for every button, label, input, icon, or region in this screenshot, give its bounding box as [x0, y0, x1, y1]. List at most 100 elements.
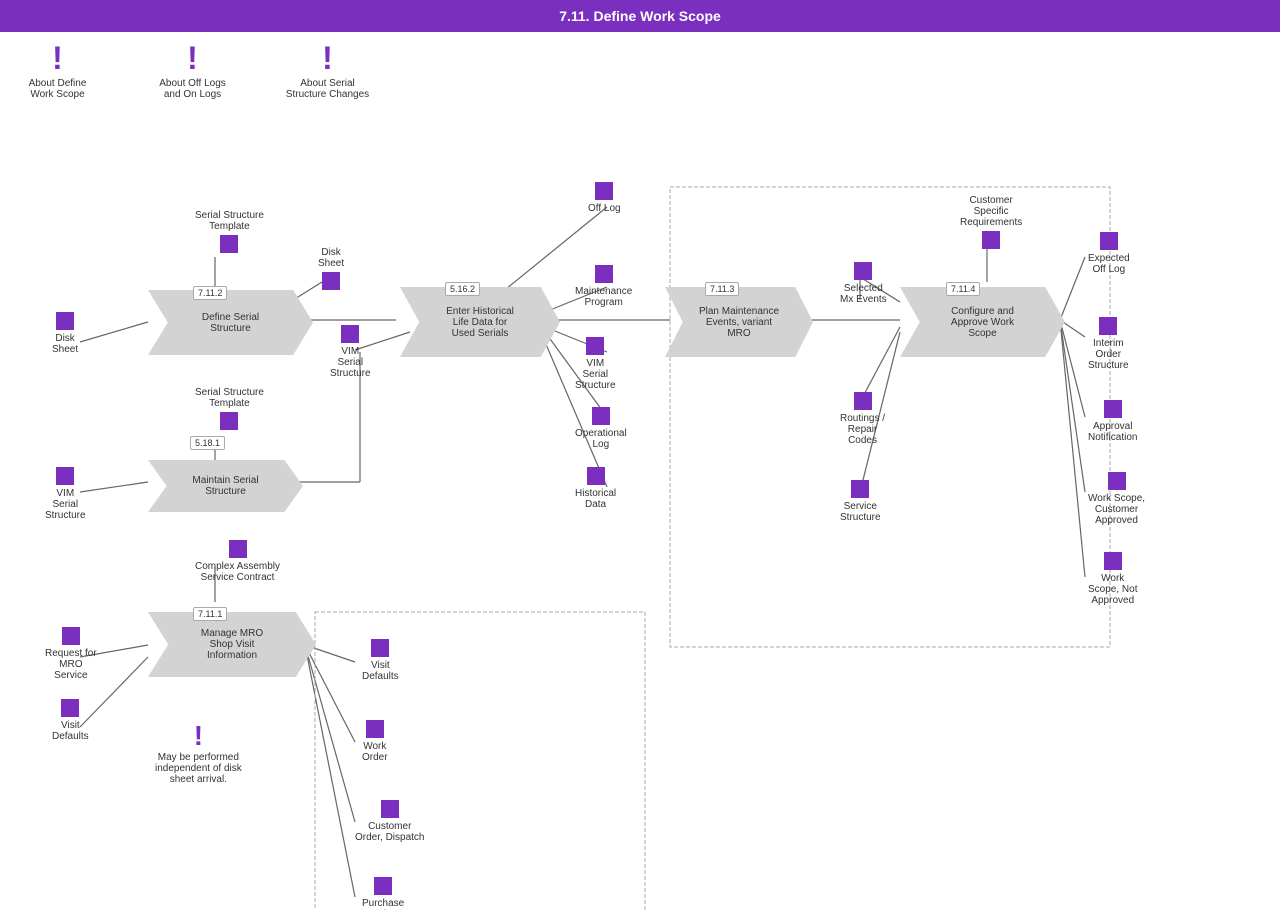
define-serial-shape[interactable]: Define SerialStructure — [148, 290, 313, 355]
request-mro-icon — [62, 627, 80, 645]
may-be-performed-icon: ! — [194, 722, 203, 750]
request-mro-label: Request forMROService — [45, 648, 97, 681]
customer-order-icon — [381, 800, 399, 818]
vim-serial-right-label: VIMSerialStructure — [575, 358, 616, 391]
serial-template-top-icon — [220, 235, 238, 253]
complex-assembly-icon — [229, 540, 247, 558]
disk-sheet-left-icon — [56, 312, 74, 330]
approval-notif-label: ApprovalNotification — [1088, 421, 1137, 443]
vim-serial-mid-label: VIMSerialStructure — [330, 346, 371, 379]
enter-historical-version: 5.16.2 — [445, 282, 480, 296]
routings-node: Routings /RepairCodes — [840, 392, 885, 446]
vim-serial-right-icon — [586, 337, 604, 355]
legend-about-serial: ! About SerialStructure Changes — [280, 42, 375, 100]
request-mro-node: Request forMROService — [45, 627, 97, 681]
vim-serial-left-icon — [56, 467, 74, 485]
approval-notif-node: ApprovalNotification — [1088, 400, 1137, 443]
operational-log-label: OperationalLog — [575, 428, 627, 450]
work-order-icon — [366, 720, 384, 738]
define-serial-version: 7.11.2 — [193, 286, 227, 300]
service-structure-icon — [851, 480, 869, 498]
diagram-area: ! About DefineWork Scope ! About Off Log… — [0, 32, 1280, 910]
define-serial-label: Define SerialStructure — [202, 312, 259, 334]
maintain-serial-version: 5.18.1 — [190, 436, 225, 450]
customer-specific-node: CustomerSpecificRequirements — [960, 195, 1022, 249]
routings-label: Routings /RepairCodes — [840, 413, 885, 446]
page-title: 7.11. Define Work Scope — [559, 8, 721, 24]
exclamation-icon-2: ! — [187, 42, 198, 74]
header: 7.11. Define Work Scope — [0, 0, 1280, 32]
historical-data-node: HistoricalData — [575, 467, 616, 510]
customer-order-node: CustomerOrder, Dispatch — [355, 800, 424, 843]
interim-order-node: InterimOrderStructure — [1088, 317, 1129, 371]
enter-historical-label: Enter HistoricalLife Data forUsed Serial… — [446, 306, 514, 339]
work-scope-approved-node: Work Scope,CustomerApproved — [1088, 472, 1145, 526]
disk-sheet-left-label: DiskSheet — [52, 333, 78, 355]
selected-mx-node: SelectedMx Events — [840, 262, 887, 305]
maintain-serial-label: Maintain SerialStructure — [192, 475, 258, 497]
work-scope-approved-icon — [1108, 472, 1126, 490]
manage-mro-version: 7.11.1 — [193, 607, 227, 621]
maintenance-prog-label: MaintenanceProgram — [575, 286, 632, 308]
disk-sheet-mid-icon — [322, 272, 340, 290]
disk-sheet-left-node: DiskSheet — [52, 312, 78, 355]
visit-defaults-right-node: VisitDefaults — [362, 639, 399, 682]
manage-mro-shape[interactable]: Manage MROShop VisitInformation — [148, 612, 316, 677]
serial-template-top-node: Serial StructureTemplate — [195, 210, 264, 253]
service-structure-label: ServiceStructure — [840, 501, 881, 523]
off-log-label: Off Log — [588, 203, 621, 214]
manage-mro-label: Manage MROShop VisitInformation — [201, 628, 263, 661]
may-be-performed-node: ! May be performedindependent of diskshe… — [155, 722, 242, 785]
vim-serial-mid-icon — [341, 325, 359, 343]
complex-assembly-node: Complex AssemblyService Contract — [195, 540, 280, 583]
vim-serial-left-label: VIMSerialStructure — [45, 488, 86, 521]
serial-template-bot-label-text: Serial StructureTemplate — [195, 387, 264, 409]
work-order-node: WorkOrder — [362, 720, 388, 763]
visit-defaults-left-label: VisitDefaults — [52, 720, 89, 742]
may-be-performed-label: May be performedindependent of disksheet… — [155, 752, 242, 785]
off-log-icon — [595, 182, 613, 200]
visit-defaults-right-label: VisitDefaults — [362, 660, 399, 682]
configure-approve-shape[interactable]: Configure andApprove WorkScope — [900, 287, 1065, 357]
selected-mx-icon — [854, 262, 872, 280]
expected-off-log-label: ExpectedOff Log — [1088, 253, 1130, 275]
interim-order-label: InterimOrderStructure — [1088, 338, 1129, 371]
serial-template-bot-icon — [220, 412, 238, 430]
exclamation-icon-3: ! — [322, 42, 333, 74]
visit-defaults-right-icon — [371, 639, 389, 657]
vim-serial-mid-node: VIMSerialStructure — [330, 325, 371, 379]
operational-log-icon — [592, 407, 610, 425]
service-structure-node: ServiceStructure — [840, 480, 881, 523]
vim-serial-left-node: VIMSerialStructure — [45, 467, 86, 521]
complex-assembly-label: Complex AssemblyService Contract — [195, 561, 280, 583]
historical-data-label: HistoricalData — [575, 488, 616, 510]
visit-defaults-left-node: VisitDefaults — [52, 699, 89, 742]
serial-template-top-label-text: Serial StructureTemplate — [195, 210, 264, 232]
configure-approve-version: 7.11.4 — [946, 282, 980, 296]
enter-historical-shape[interactable]: Enter HistoricalLife Data forUsed Serial… — [400, 287, 560, 357]
work-scope-not-approved-icon — [1104, 552, 1122, 570]
legend-label-2: About Off Logsand On Logs — [159, 78, 226, 100]
purchase-order-node: PurchaseOrder,Receive — [362, 877, 404, 910]
plan-maintenance-label: Plan MaintenanceEvents, variantMRO — [699, 306, 779, 339]
disk-sheet-mid-label-text: DiskSheet — [318, 247, 344, 269]
selected-mx-label: SelectedMx Events — [840, 283, 887, 305]
legend-area: ! About DefineWork Scope ! About Off Log… — [10, 42, 375, 100]
work-scope-not-approved-label: WorkScope, NotApproved — [1088, 573, 1137, 606]
work-order-label: WorkOrder — [362, 741, 388, 763]
serial-template-bot-node: Serial StructureTemplate — [195, 387, 264, 430]
expected-off-log-node: ExpectedOff Log — [1088, 232, 1130, 275]
work-scope-not-approved-node: WorkScope, NotApproved — [1088, 552, 1137, 606]
maintain-serial-shape[interactable]: Maintain SerialStructure — [148, 460, 303, 512]
customer-specific-icon — [982, 231, 1000, 249]
exclamation-icon-1: ! — [52, 42, 63, 74]
legend-label-1: About DefineWork Scope — [29, 78, 87, 100]
vim-serial-right-node: VIMSerialStructure — [575, 337, 616, 391]
legend-about-define: ! About DefineWork Scope — [10, 42, 105, 100]
legend-label-3: About SerialStructure Changes — [286, 78, 369, 100]
plan-maintenance-version: 7.11.3 — [705, 282, 739, 296]
plan-maintenance-shape[interactable]: Plan MaintenanceEvents, variantMRO — [665, 287, 813, 357]
interim-order-icon — [1099, 317, 1117, 335]
maintenance-prog-icon — [595, 265, 613, 283]
disk-sheet-mid-node: DiskSheet — [318, 247, 344, 290]
